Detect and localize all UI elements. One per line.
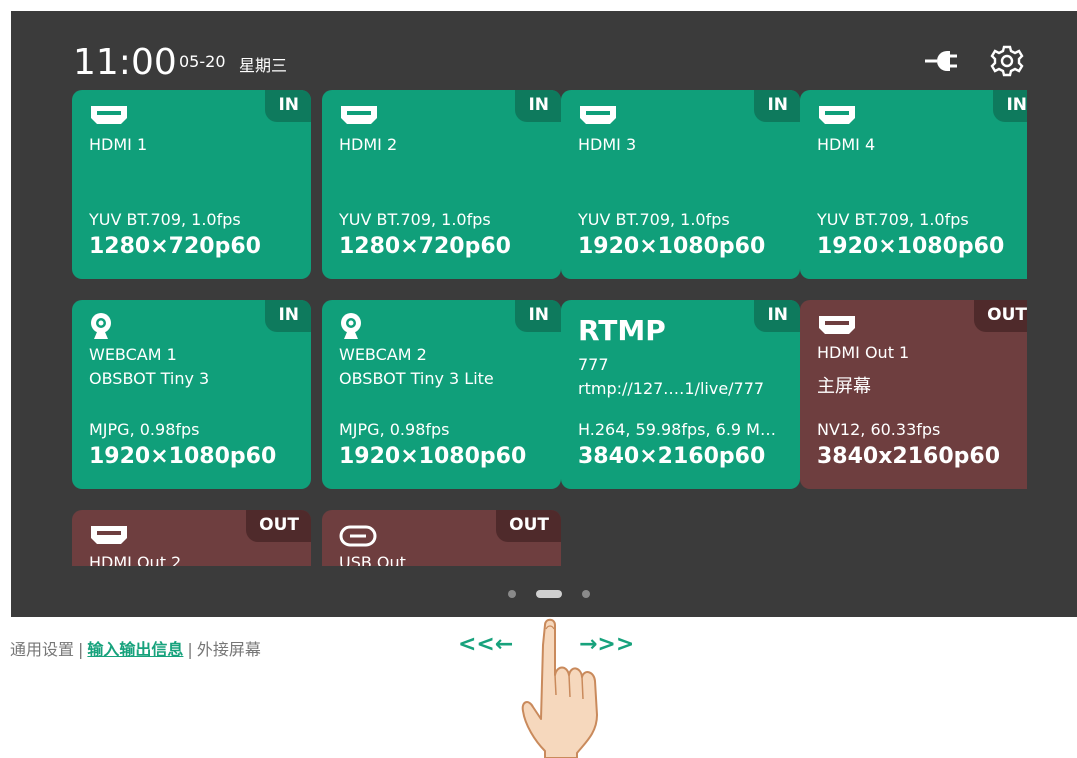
page-dot-active[interactable] [536, 590, 562, 598]
card-title: RTMP [578, 314, 666, 347]
nav-separator: | [78, 640, 84, 659]
card-name: HDMI 3 [578, 135, 637, 154]
swipe-left-arrow: <<← [458, 632, 514, 657]
io-card[interactable]: OUT USB Out [322, 510, 561, 566]
webcam-icon [89, 312, 129, 340]
gear-icon[interactable] [989, 45, 1025, 77]
io-direction-badge: IN [754, 300, 800, 332]
card-subtitle: 主屏幕 [817, 376, 871, 397]
plug-icon[interactable] [923, 45, 959, 77]
io-card[interactable]: IN RTMP 777 rtmp://127.…1/live/777 H.264, 59… [561, 300, 800, 489]
io-card[interactable]: OUT HDMI Out 1 主屏幕 NV12, 60.33fps 3840x2160p… [800, 300, 1027, 489]
card-resolution: 1280×720p60 [89, 234, 261, 259]
card-name: 777 [578, 355, 609, 374]
card-name: WEBCAM 2 [339, 345, 427, 364]
card-resolution: 1920×1080p60 [339, 444, 527, 469]
nav-external-screen[interactable]: 外接屏幕 [197, 640, 261, 659]
io-direction-badge: IN [515, 90, 561, 122]
card-subtitle: OBSBOT Tiny 3 [89, 369, 210, 388]
card-format: YUV BT.709, 1.0fps [89, 210, 241, 229]
card-name: HDMI 2 [339, 135, 398, 154]
device-screen: 11:00 05-20 星期三 IN HDMI 1 YUV BT.709, 1.0f… [11, 11, 1077, 617]
card-format: MJPG, 0.98fps [89, 420, 200, 439]
hdmi-icon [339, 102, 379, 130]
card-format: MJPG, 0.98fps [339, 420, 450, 439]
hdmi-icon [578, 102, 618, 130]
bottom-nav: 通用设置 | 输入输出信息 | 外接屏幕 [10, 636, 261, 660]
card-format: YUV BT.709, 1.0fps [339, 210, 491, 229]
hdmi-icon [817, 102, 857, 130]
usb-c-icon [339, 522, 379, 550]
card-name: HDMI 4 [817, 135, 876, 154]
io-direction-badge: IN [993, 90, 1027, 122]
clock-date: 05-20 [179, 52, 226, 71]
nav-io-info[interactable]: 输入输出信息 [87, 640, 183, 659]
card-name: WEBCAM 1 [89, 345, 177, 364]
io-card[interactable]: OUT HDMI Out 2 [72, 510, 311, 566]
swipe-hand-icon [521, 618, 598, 758]
card-format: H.264, 59.98fps, 6.9 M… [578, 420, 776, 439]
nav-separator: | [187, 640, 193, 659]
io-direction-badge: OUT [496, 510, 561, 542]
card-name: HDMI Out 1 [817, 343, 910, 362]
card-format: NV12, 60.33fps [817, 420, 941, 439]
card-name: USB Out [339, 553, 406, 566]
card-resolution: 1920×1080p60 [817, 234, 1005, 259]
io-card[interactable]: IN WEBCAM 1 OBSBOT Tiny 3 MJPG, 0.98fps 1920… [72, 300, 311, 489]
card-resolution: 1920×1080p60 [89, 444, 277, 469]
page-dot[interactable] [582, 590, 590, 598]
io-card[interactable]: IN HDMI 3 YUV BT.709, 1.0fps 1920×1080p60 [561, 90, 800, 279]
clock-weekday: 星期三 [239, 56, 288, 75]
card-resolution: 1920×1080p60 [578, 234, 766, 259]
io-card-grid: IN HDMI 1 YUV BT.709, 1.0fps 1280×720p60 IN H… [72, 90, 1027, 566]
io-card[interactable]: IN HDMI 4 YUV BT.709, 1.0fps 1920×1080p60 [800, 90, 1027, 279]
hdmi-icon [817, 312, 857, 340]
card-subtitle: rtmp://127.…1/live/777 [578, 379, 765, 398]
card-subtitle: OBSBOT Tiny 3 Lite [339, 369, 494, 388]
card-resolution: 3840x2160p60 [817, 444, 1001, 469]
io-card[interactable]: IN HDMI 2 YUV BT.709, 1.0fps 1280×720p60 [322, 90, 561, 279]
card-name: HDMI 1 [89, 135, 148, 154]
page-indicator [508, 590, 598, 600]
hdmi-icon [89, 102, 129, 130]
nav-general-settings[interactable]: 通用设置 [10, 640, 74, 659]
io-direction-badge: IN [754, 90, 800, 122]
card-format: YUV BT.709, 1.0fps [578, 210, 730, 229]
io-direction-badge: IN [265, 90, 311, 122]
clock-time: 11:00 [73, 42, 177, 83]
io-direction-badge: IN [515, 300, 561, 332]
webcam-icon [339, 312, 379, 340]
io-direction-badge: OUT [246, 510, 311, 542]
card-name: HDMI Out 2 [89, 553, 182, 566]
card-format: YUV BT.709, 1.0fps [817, 210, 969, 229]
card-resolution: 1280×720p60 [339, 234, 511, 259]
page-dot[interactable] [508, 590, 516, 598]
io-card[interactable]: IN HDMI 1 YUV BT.709, 1.0fps 1280×720p60 [72, 90, 311, 279]
io-card[interactable]: IN WEBCAM 2 OBSBOT Tiny 3 Lite MJPG, 0.98fp… [322, 300, 561, 489]
io-direction-badge: OUT [974, 300, 1027, 332]
hdmi-icon [89, 522, 129, 550]
card-resolution: 3840×2160p60 [578, 444, 766, 469]
io-direction-badge: IN [265, 300, 311, 332]
